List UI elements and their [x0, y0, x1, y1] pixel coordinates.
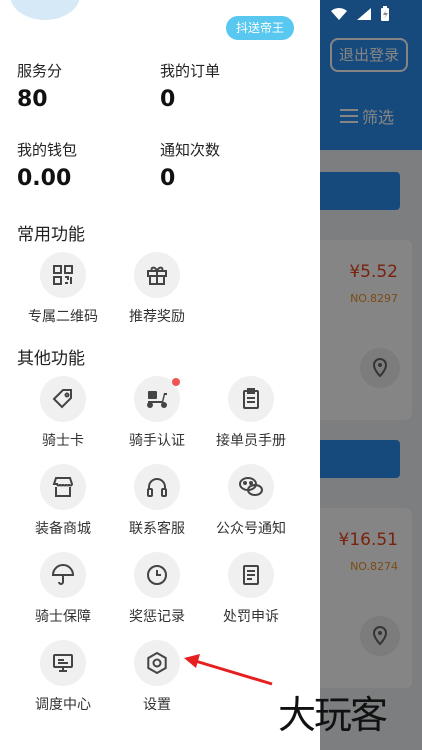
tile-label: 推荐奖励 — [129, 309, 185, 325]
tile-label: 设置 — [143, 697, 171, 713]
stat-value: 0 — [160, 87, 176, 112]
section-title-common: 常用功能 — [17, 225, 85, 245]
scooter-icon — [134, 376, 180, 422]
headset-icon — [134, 464, 180, 510]
section-title-other: 其他功能 — [17, 349, 85, 369]
stat-my-orders[interactable]: 我的订单 0 — [160, 60, 220, 112]
tile-label: 骑手认证 — [129, 433, 185, 449]
tile-official-account[interactable]: 公众号通知 — [205, 464, 297, 538]
store-icon — [40, 464, 86, 510]
tile-reward-punish-records[interactable]: 奖惩记录 — [111, 552, 203, 626]
stat-label: 我的钱包 — [17, 141, 78, 159]
battery-icon — [381, 6, 389, 21]
stat-service-score[interactable]: 服务分 80 — [17, 60, 62, 112]
tile-label: 专属二维码 — [28, 309, 98, 325]
signal-icon — [357, 8, 371, 20]
tag-icon — [40, 376, 86, 422]
qr-code-icon — [40, 252, 86, 298]
tile-referral-reward[interactable]: 推荐奖励 — [111, 252, 203, 326]
tile-label: 联系客服 — [129, 521, 185, 537]
tile-qr-code[interactable]: 专属二维码 — [17, 252, 109, 326]
tile-label: 接单员手册 — [216, 433, 286, 449]
tile-label: 调度中心 — [35, 697, 91, 713]
annotation-arrow — [184, 654, 273, 686]
stat-label: 我的订单 — [160, 62, 221, 80]
tile-label: 公众号通知 — [216, 521, 286, 537]
tile-label: 奖惩记录 — [129, 609, 185, 625]
tile-label: 骑士保障 — [35, 609, 91, 625]
clipboard-icon — [228, 376, 274, 422]
watermark: 大玩客 — [278, 693, 388, 737]
stat-label: 服务分 — [17, 62, 63, 80]
tile-equipment-store[interactable]: 装备商城 — [17, 464, 109, 538]
side-drawer: 抖送帝王 服务分 80 我的订单 0 我的钱包 0.00 通知次数 0 常用功能… — [0, 0, 320, 750]
umbrella-icon — [40, 552, 86, 598]
tile-knight-insurance[interactable]: 骑士保障 — [17, 552, 109, 626]
tile-knight-card[interactable]: 骑士卡 — [17, 376, 109, 450]
tile-label: 处罚申诉 — [223, 609, 279, 625]
stat-label: 通知次数 — [160, 141, 221, 159]
tile-label: 装备商城 — [35, 521, 91, 537]
gear-icon — [134, 640, 180, 686]
level-badge: 抖送帝王 — [226, 16, 295, 40]
tile-penalty-appeal[interactable]: 处罚申诉 — [205, 552, 297, 626]
avatar[interactable] — [10, 0, 80, 20]
tile-rider-verify[interactable]: 骑手认证 — [111, 376, 203, 450]
monitor-icon — [40, 640, 86, 686]
tile-customer-service[interactable]: 联系客服 — [111, 464, 203, 538]
clock-icon — [134, 552, 180, 598]
notification-dot — [172, 378, 180, 386]
stat-notify-count[interactable]: 通知次数 0 — [160, 139, 220, 191]
wifi-icon — [331, 7, 347, 20]
status-bar — [330, 6, 390, 22]
wechat-icon — [228, 464, 274, 510]
stat-value: 0 — [160, 166, 176, 191]
tile-dispatch-center[interactable]: 调度中心 — [17, 640, 109, 714]
gift-icon — [134, 252, 180, 298]
stat-value: 0.00 — [17, 166, 72, 191]
stat-value: 80 — [17, 87, 48, 112]
document-icon — [228, 552, 274, 598]
tile-handbook[interactable]: 接单员手册 — [205, 376, 297, 450]
tile-label: 骑士卡 — [42, 433, 84, 449]
stat-my-wallet[interactable]: 我的钱包 0.00 — [17, 139, 77, 191]
